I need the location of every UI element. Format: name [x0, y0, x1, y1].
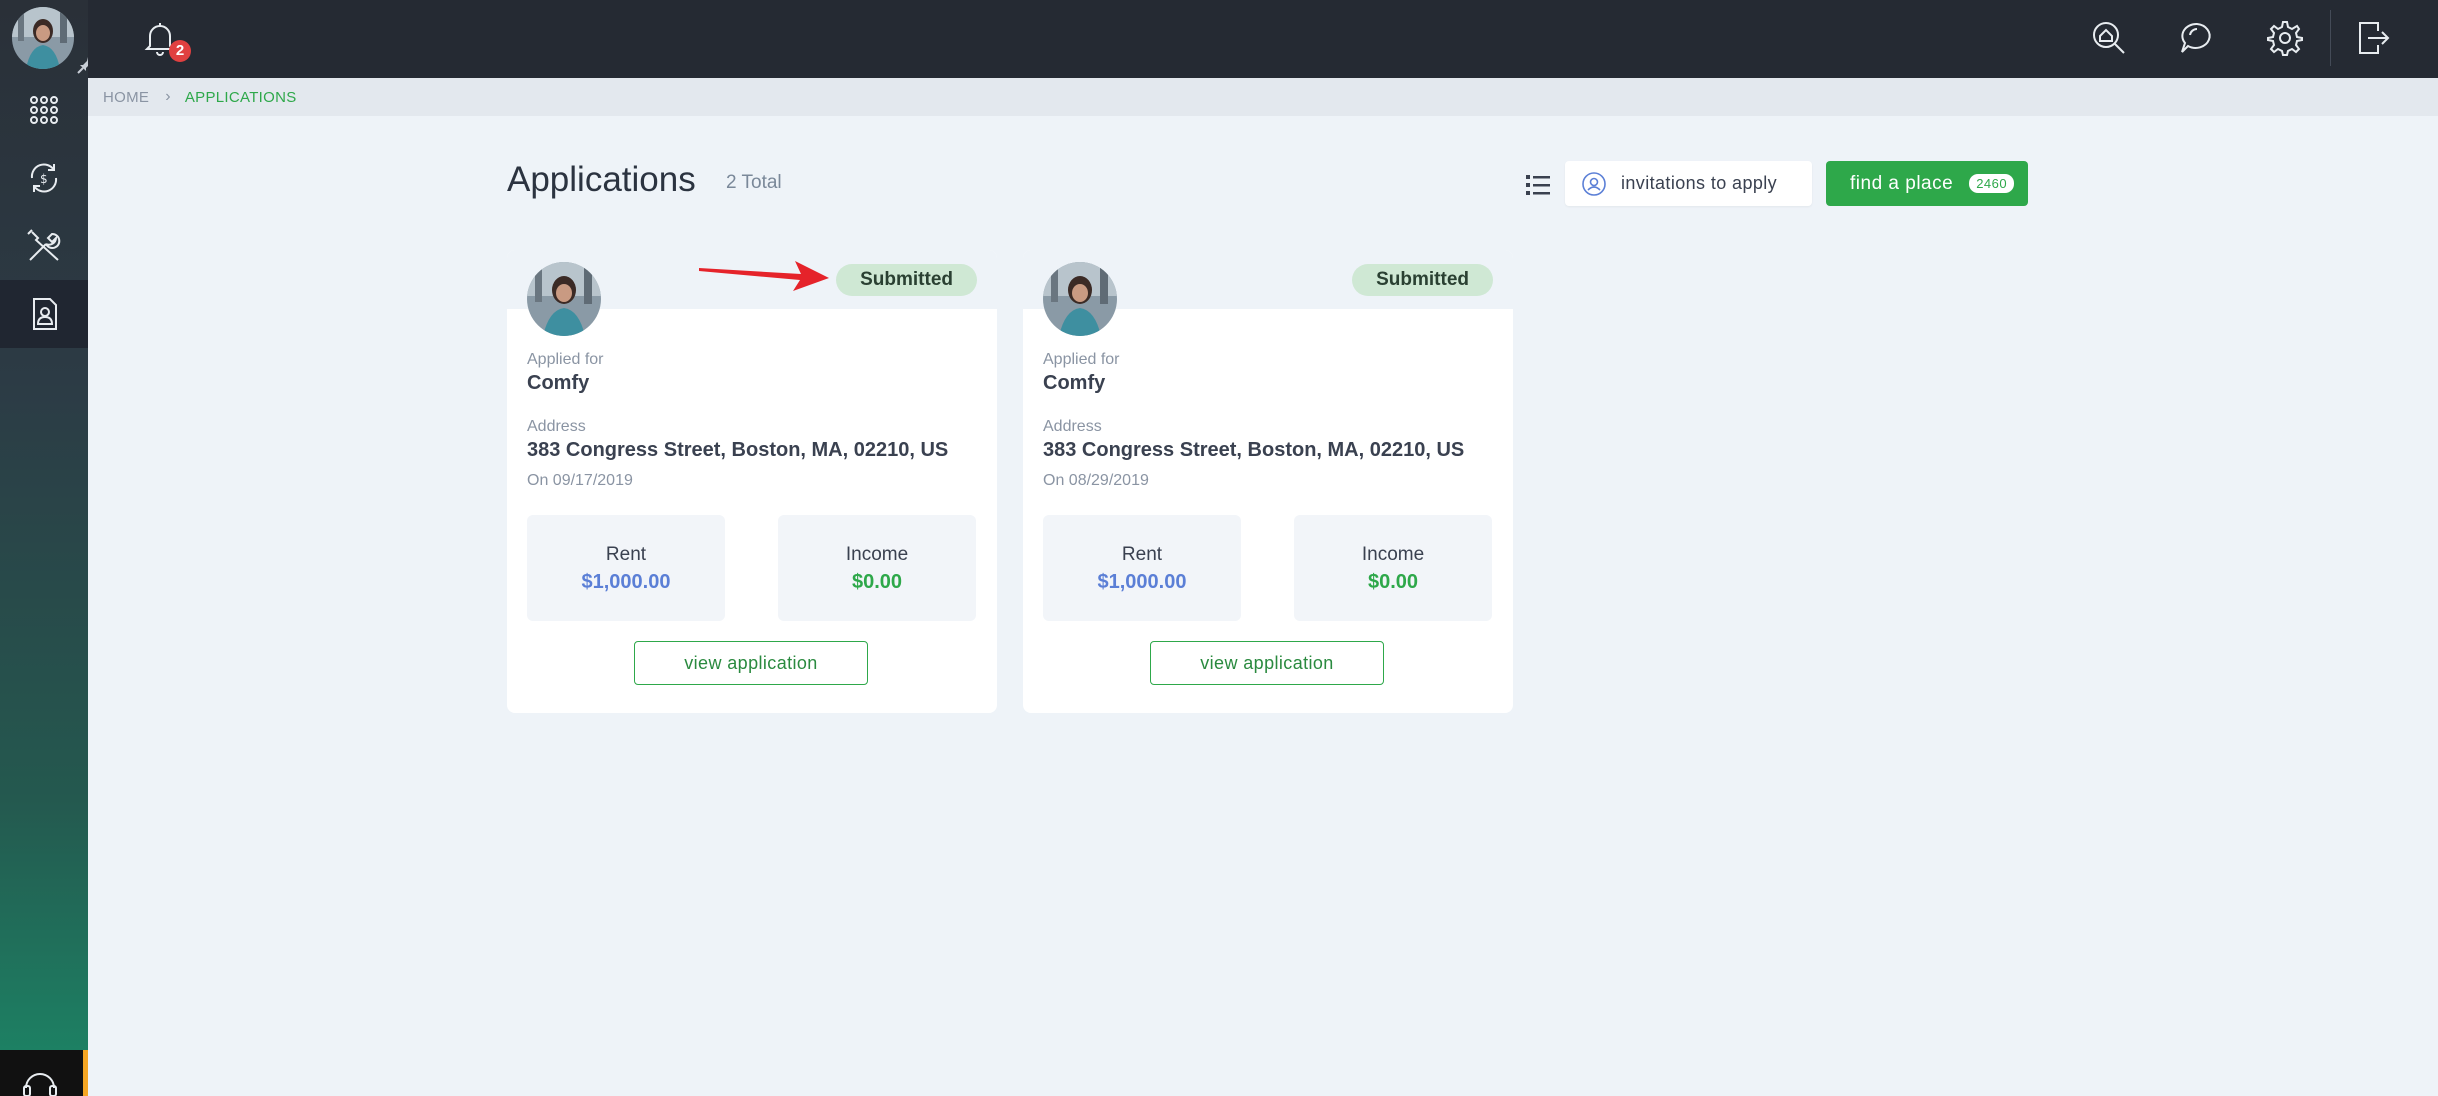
applicant-avatar — [1043, 262, 1117, 336]
headset-icon — [23, 1073, 57, 1096]
rent-label: Rent — [605, 544, 647, 565]
applicant-avatar — [527, 262, 601, 336]
apps-grid-icon — [30, 96, 58, 124]
support-button[interactable] — [0, 1050, 88, 1096]
income-value: $0.00 — [851, 571, 903, 593]
notification-badge: 2 — [169, 40, 191, 62]
view-application-button[interactable]: view application — [634, 641, 868, 685]
view-application-button[interactable]: view application — [1150, 641, 1384, 685]
applications-doc-icon — [33, 298, 57, 330]
sidebar-item-maintenance[interactable] — [0, 212, 88, 280]
address-value: 383 Congress Street, Boston, MA, 02210, … — [527, 439, 949, 461]
topbar-divider — [2330, 10, 2331, 66]
sidebar-item-payments[interactable]: $ — [0, 144, 88, 212]
status-badge: Submitted — [836, 264, 977, 296]
annotation-arrow-icon — [699, 261, 829, 291]
income-label: Income — [845, 544, 909, 565]
breadcrumb-current: APPLICATIONS — [184, 88, 297, 106]
rent-box: Rent $1,000.00 — [527, 515, 725, 621]
rent-value: $1,000.00 — [1097, 571, 1187, 593]
invitations-button[interactable]: invitations to apply — [1565, 161, 1812, 206]
income-box: Income $0.00 — [778, 515, 976, 621]
income-label: Income — [1361, 544, 1425, 565]
support-accent — [83, 1050, 88, 1096]
sidebar-item-dashboard[interactable] — [0, 76, 88, 144]
tools-icon — [27, 229, 61, 261]
applied-for-label: Applied for — [1043, 351, 1120, 368]
applied-for-label: Applied for — [527, 351, 604, 368]
logout-button[interactable] — [2352, 17, 2394, 59]
rent-label: Rent — [1121, 544, 1163, 565]
rent-value: $1,000.00 — [581, 571, 671, 593]
logout-icon — [2359, 22, 2390, 54]
rent-box: Rent $1,000.00 — [1043, 515, 1241, 621]
invitations-label: invitations to apply — [1621, 173, 1778, 193]
breadcrumb: HOME › APPLICATIONS — [88, 78, 2438, 116]
top-bar: 2 — [88, 0, 2438, 78]
property-name: Comfy — [527, 372, 590, 394]
address-label: Address — [527, 418, 586, 435]
user-avatar[interactable] — [12, 7, 94, 74]
application-date: On 08/29/2019 — [1043, 472, 1149, 489]
svg-text:$: $ — [40, 172, 48, 186]
chat-icon — [2181, 22, 2211, 53]
total-count: 2 Total — [726, 172, 782, 193]
sidebar: $ — [0, 0, 94, 1096]
application-card: Submitted Applied for Comfy Address 383 … — [507, 250, 997, 713]
find-place-label: find a place — [1850, 172, 1954, 194]
money-cycle-icon: $ — [30, 163, 58, 193]
settings-button[interactable] — [2264, 17, 2306, 59]
page-title: Applications — [507, 160, 696, 199]
application-date: On 09/17/2019 — [527, 472, 633, 489]
search-home-icon — [2093, 22, 2125, 54]
messages-button[interactable] — [2176, 17, 2218, 59]
listing-count-badge: 2460 — [1969, 174, 2015, 193]
property-name: Comfy — [1043, 372, 1106, 394]
list-view-icon[interactable] — [1523, 170, 1553, 200]
gear-icon — [2267, 21, 2303, 56]
address-value: 383 Congress Street, Boston, MA, 02210, … — [1043, 439, 1465, 461]
income-value: $0.00 — [1367, 571, 1419, 593]
find-place-button[interactable]: find a place 2460 — [1826, 161, 2028, 206]
avatar-photo — [12, 7, 74, 69]
chevron-right-icon: › — [165, 88, 171, 105]
income-box: Income $0.00 — [1294, 515, 1492, 621]
application-card: Submitted Applied for Comfy Address 383 … — [1023, 250, 1513, 713]
search-button[interactable] — [2088, 17, 2130, 59]
address-label: Address — [1043, 418, 1102, 435]
user-circle-icon — [1582, 171, 1606, 196]
status-badge: Submitted — [1352, 264, 1493, 296]
sidebar-item-applications[interactable] — [0, 280, 88, 348]
breadcrumb-home[interactable]: HOME — [103, 89, 149, 106]
